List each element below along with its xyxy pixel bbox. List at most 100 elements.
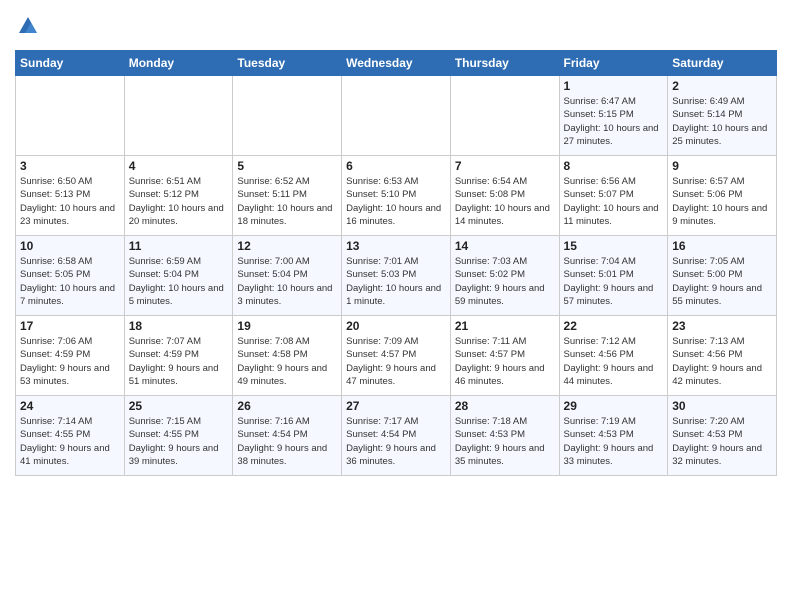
day-number: 1 xyxy=(564,79,664,93)
day-number: 27 xyxy=(346,399,446,413)
calendar-day-cell: 27 Sunrise: 7:17 AM Sunset: 4:54 PM Dayli… xyxy=(342,396,451,476)
logo-icon xyxy=(17,15,39,37)
calendar-day-cell: 13 Sunrise: 7:01 AM Sunset: 5:03 PM Dayli… xyxy=(342,236,451,316)
day-number: 28 xyxy=(455,399,555,413)
day-number: 6 xyxy=(346,159,446,173)
day-number: 11 xyxy=(129,239,229,253)
day-info: Sunrise: 7:09 AM Sunset: 4:57 PM Dayligh… xyxy=(346,335,446,388)
day-info: Sunrise: 6:47 AM Sunset: 5:15 PM Dayligh… xyxy=(564,95,664,148)
day-info: Sunrise: 6:50 AM Sunset: 5:13 PM Dayligh… xyxy=(20,175,120,228)
day-number: 19 xyxy=(237,319,337,333)
calendar-day-cell: 10 Sunrise: 6:58 AM Sunset: 5:05 PM Dayli… xyxy=(16,236,125,316)
weekday-header: Friday xyxy=(559,51,668,76)
day-number: 14 xyxy=(455,239,555,253)
header xyxy=(15,15,777,42)
weekday-header: Wednesday xyxy=(342,51,451,76)
calendar-day-cell: 12 Sunrise: 7:00 AM Sunset: 5:04 PM Dayli… xyxy=(233,236,342,316)
calendar-header: SundayMondayTuesdayWednesdayThursdayFrid… xyxy=(16,51,777,76)
day-number: 4 xyxy=(129,159,229,173)
day-info: Sunrise: 7:03 AM Sunset: 5:02 PM Dayligh… xyxy=(455,255,555,308)
weekday-header: Monday xyxy=(124,51,233,76)
calendar-day-cell: 22Sunrise: 7:12 AM Sunset: 4:56 PM Dayli… xyxy=(559,316,668,396)
day-number: 16 xyxy=(672,239,772,253)
day-info: Sunrise: 7:15 AM Sunset: 4:55 PM Dayligh… xyxy=(129,415,229,468)
calendar-day-cell: 18 Sunrise: 7:07 AM Sunset: 4:59 PM Dayli… xyxy=(124,316,233,396)
day-info: Sunrise: 6:58 AM Sunset: 5:05 PM Dayligh… xyxy=(20,255,120,308)
day-info: Sunrise: 7:08 AM Sunset: 4:58 PM Dayligh… xyxy=(237,335,337,388)
day-info: Sunrise: 7:13 AM Sunset: 4:56 PM Dayligh… xyxy=(672,335,772,388)
logo-text-block xyxy=(15,15,39,42)
day-info: Sunrise: 7:01 AM Sunset: 5:03 PM Dayligh… xyxy=(346,255,446,308)
day-info: Sunrise: 6:49 AM Sunset: 5:14 PM Dayligh… xyxy=(672,95,772,148)
day-number: 15 xyxy=(564,239,664,253)
calendar-day-cell xyxy=(124,76,233,156)
calendar-day-cell: 16 Sunrise: 7:05 AM Sunset: 5:00 PM Dayli… xyxy=(668,236,777,316)
day-info: Sunrise: 7:05 AM Sunset: 5:00 PM Dayligh… xyxy=(672,255,772,308)
calendar-day-cell xyxy=(450,76,559,156)
day-number: 25 xyxy=(129,399,229,413)
calendar-day-cell: 29Sunrise: 7:19 AM Sunset: 4:53 PM Dayli… xyxy=(559,396,668,476)
day-info: Sunrise: 6:53 AM Sunset: 5:10 PM Dayligh… xyxy=(346,175,446,228)
calendar-day-cell: 25 Sunrise: 7:15 AM Sunset: 4:55 PM Dayli… xyxy=(124,396,233,476)
day-info: Sunrise: 6:54 AM Sunset: 5:08 PM Dayligh… xyxy=(455,175,555,228)
calendar-day-cell: 8 Sunrise: 6:56 AM Sunset: 5:07 PM Daylig… xyxy=(559,156,668,236)
calendar-day-cell: 28 Sunrise: 7:18 AM Sunset: 4:53 PM Dayli… xyxy=(450,396,559,476)
logo-line1 xyxy=(15,15,39,42)
day-info: Sunrise: 7:17 AM Sunset: 4:54 PM Dayligh… xyxy=(346,415,446,468)
calendar-week-row: 17 Sunrise: 7:06 AM Sunset: 4:59 PM Dayli… xyxy=(16,316,777,396)
calendar-day-cell: 23 Sunrise: 7:13 AM Sunset: 4:56 PM Dayli… xyxy=(668,316,777,396)
weekday-header: Saturday xyxy=(668,51,777,76)
calendar-week-row: 24Sunrise: 7:14 AM Sunset: 4:55 PM Dayli… xyxy=(16,396,777,476)
calendar-day-cell: 21Sunrise: 7:11 AM Sunset: 4:57 PM Dayli… xyxy=(450,316,559,396)
day-number: 8 xyxy=(564,159,664,173)
day-info: Sunrise: 6:52 AM Sunset: 5:11 PM Dayligh… xyxy=(237,175,337,228)
calendar-day-cell: 6 Sunrise: 6:53 AM Sunset: 5:10 PM Daylig… xyxy=(342,156,451,236)
day-info: Sunrise: 7:06 AM Sunset: 4:59 PM Dayligh… xyxy=(20,335,120,388)
calendar-day-cell xyxy=(16,76,125,156)
day-number: 13 xyxy=(346,239,446,253)
day-info: Sunrise: 6:51 AM Sunset: 5:12 PM Dayligh… xyxy=(129,175,229,228)
day-info: Sunrise: 7:07 AM Sunset: 4:59 PM Dayligh… xyxy=(129,335,229,388)
day-info: Sunrise: 7:04 AM Sunset: 5:01 PM Dayligh… xyxy=(564,255,664,308)
calendar-week-row: 1 Sunrise: 6:47 AM Sunset: 5:15 PM Daylig… xyxy=(16,76,777,156)
main-container: SundayMondayTuesdayWednesdayThursdayFrid… xyxy=(0,0,792,486)
day-info: Sunrise: 7:00 AM Sunset: 5:04 PM Dayligh… xyxy=(237,255,337,308)
calendar-day-cell: 7Sunrise: 6:54 AM Sunset: 5:08 PM Daylig… xyxy=(450,156,559,236)
day-number: 10 xyxy=(20,239,120,253)
weekday-header: Sunday xyxy=(16,51,125,76)
calendar-day-cell: 4 Sunrise: 6:51 AM Sunset: 5:12 PM Daylig… xyxy=(124,156,233,236)
calendar-table: SundayMondayTuesdayWednesdayThursdayFrid… xyxy=(15,50,777,476)
day-info: Sunrise: 7:18 AM Sunset: 4:53 PM Dayligh… xyxy=(455,415,555,468)
calendar-week-row: 10 Sunrise: 6:58 AM Sunset: 5:05 PM Dayli… xyxy=(16,236,777,316)
calendar-day-cell xyxy=(342,76,451,156)
day-number: 30 xyxy=(672,399,772,413)
calendar-day-cell: 20Sunrise: 7:09 AM Sunset: 4:57 PM Dayli… xyxy=(342,316,451,396)
day-info: Sunrise: 7:16 AM Sunset: 4:54 PM Dayligh… xyxy=(237,415,337,468)
calendar-day-cell: 2 Sunrise: 6:49 AM Sunset: 5:14 PM Daylig… xyxy=(668,76,777,156)
calendar-day-cell: 3Sunrise: 6:50 AM Sunset: 5:13 PM Daylig… xyxy=(16,156,125,236)
calendar-day-cell: 9Sunrise: 6:57 AM Sunset: 5:06 PM Daylig… xyxy=(668,156,777,236)
day-number: 12 xyxy=(237,239,337,253)
calendar-day-cell: 1 Sunrise: 6:47 AM Sunset: 5:15 PM Daylig… xyxy=(559,76,668,156)
calendar-day-cell: 5 Sunrise: 6:52 AM Sunset: 5:11 PM Daylig… xyxy=(233,156,342,236)
day-number: 26 xyxy=(237,399,337,413)
calendar-day-cell: 26 Sunrise: 7:16 AM Sunset: 4:54 PM Dayli… xyxy=(233,396,342,476)
day-info: Sunrise: 7:20 AM Sunset: 4:53 PM Dayligh… xyxy=(672,415,772,468)
weekday-header: Thursday xyxy=(450,51,559,76)
day-info: Sunrise: 7:11 AM Sunset: 4:57 PM Dayligh… xyxy=(455,335,555,388)
day-info: Sunrise: 6:57 AM Sunset: 5:06 PM Dayligh… xyxy=(672,175,772,228)
calendar-day-cell: 11Sunrise: 6:59 AM Sunset: 5:04 PM Dayli… xyxy=(124,236,233,316)
day-info: Sunrise: 7:19 AM Sunset: 4:53 PM Dayligh… xyxy=(564,415,664,468)
calendar-day-cell: 24Sunrise: 7:14 AM Sunset: 4:55 PM Dayli… xyxy=(16,396,125,476)
day-number: 18 xyxy=(129,319,229,333)
day-info: Sunrise: 6:56 AM Sunset: 5:07 PM Dayligh… xyxy=(564,175,664,228)
calendar-day-cell: 17 Sunrise: 7:06 AM Sunset: 4:59 PM Dayli… xyxy=(16,316,125,396)
day-number: 2 xyxy=(672,79,772,93)
calendar-day-cell xyxy=(233,76,342,156)
weekday-row: SundayMondayTuesdayWednesdayThursdayFrid… xyxy=(16,51,777,76)
day-number: 23 xyxy=(672,319,772,333)
day-number: 5 xyxy=(237,159,337,173)
day-number: 17 xyxy=(20,319,120,333)
day-number: 22 xyxy=(564,319,664,333)
weekday-header: Tuesday xyxy=(233,51,342,76)
